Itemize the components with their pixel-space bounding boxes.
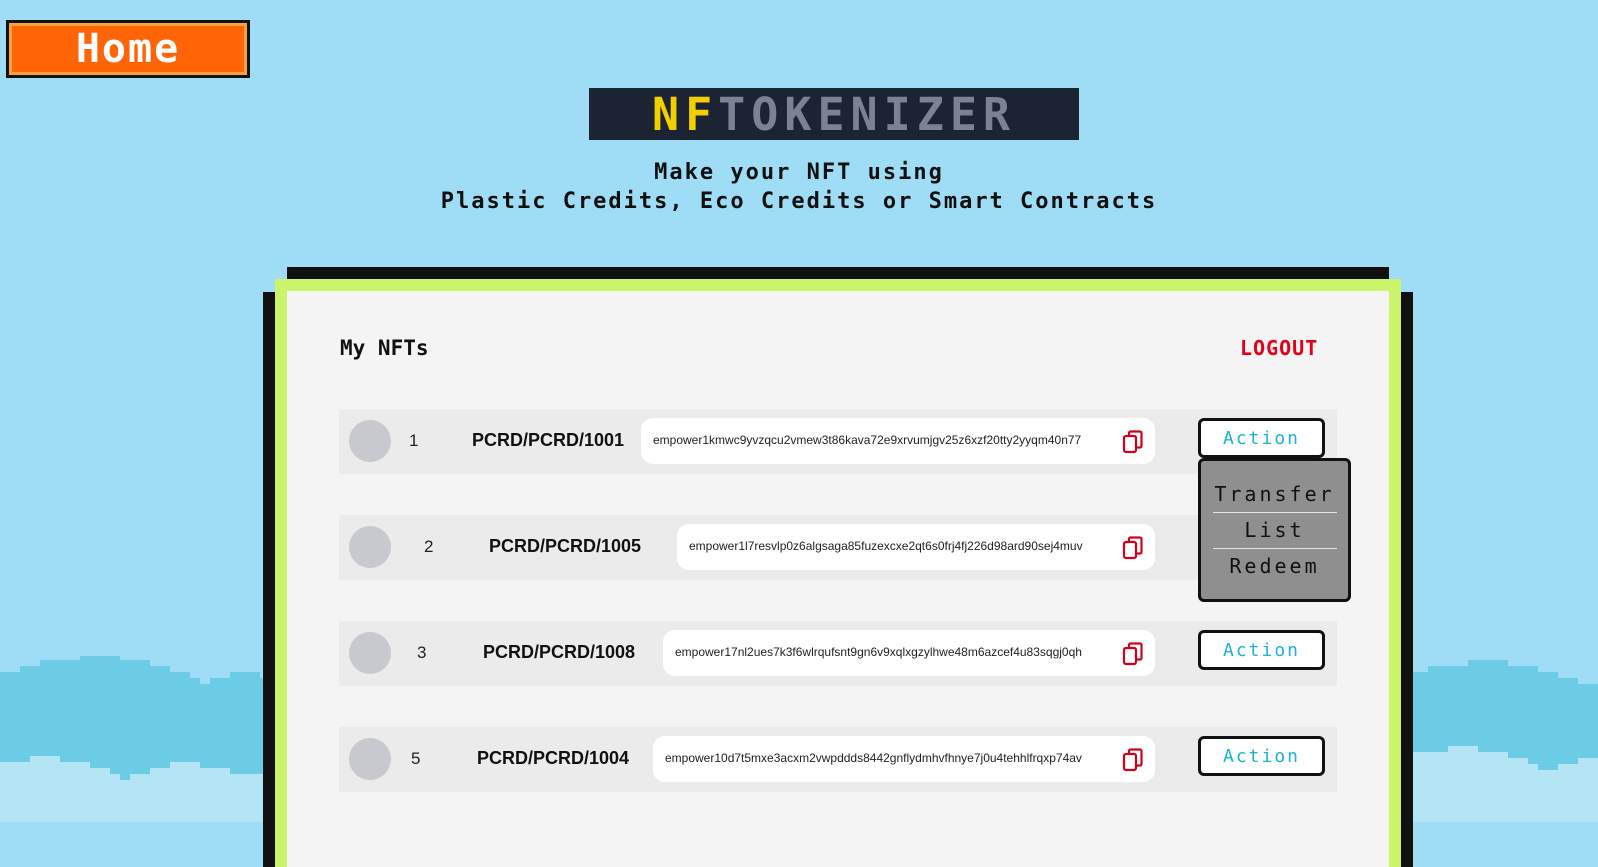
logo-part-nf: NF: [651, 87, 719, 141]
nft-address-box: empower17nl2ues7k3f6wlrqufsnt9gn6v9xqlxg…: [663, 630, 1155, 676]
copy-icon[interactable]: [1122, 642, 1144, 666]
nft-row: 3 PCRD/PCRD/1008 empower17nl2ues7k3f6wlr…: [339, 621, 1337, 686]
nft-code: PCRD/PCRD/1001: [472, 430, 625, 450]
nft-address-box: empower1l7resvlp0z6algsaga85fuzexcxe2qt6…: [677, 524, 1155, 570]
action-menu: Transfer List Redeem: [1198, 458, 1351, 602]
nft-address: empower17nl2ues7k3f6wlrqufsnt9gn6v9xqlxg…: [675, 645, 1082, 659]
cloud-decoration-right: [1408, 660, 1598, 822]
copy-icon[interactable]: [1122, 748, 1144, 772]
nft-address-box: empower10d7t5mxe3acxm2vwpddds8442gnflydm…: [653, 736, 1155, 782]
nft-index: 1: [409, 431, 419, 450]
nft-address-box: empower1kmwc9yvzqcu2vmew3t86kava72e9xrvu…: [641, 418, 1155, 464]
nft-code: PCRD/PCRD/1005: [489, 536, 642, 556]
tagline-line-2: Plastic Credits, Eco Credits or Smart Co…: [440, 189, 1158, 214]
copy-icon[interactable]: [1122, 536, 1144, 560]
nft-index: 2: [424, 537, 434, 556]
tagline-line-1: Make your NFT using: [654, 160, 944, 185]
avatar: [349, 420, 391, 462]
nft-index: 3: [417, 643, 427, 662]
logout-button[interactable]: LOGOUT: [1240, 336, 1318, 360]
menu-item-list[interactable]: List: [1213, 513, 1337, 548]
panel-frame: [287, 267, 1389, 279]
menu-item-redeem[interactable]: Redeem: [1213, 549, 1337, 584]
nft-row: 2 PCRD/PCRD/1005 empower1l7resvlp0z6algs…: [339, 515, 1337, 580]
panel-title: My NFTs: [340, 336, 429, 360]
nft-index: 5: [411, 749, 421, 768]
avatar: [349, 738, 391, 780]
menu-item-transfer[interactable]: Transfer: [1213, 477, 1337, 512]
nft-row: 5 PCRD/PCRD/1004 empower10d7t5mxe3acxm2v…: [339, 727, 1337, 792]
action-button[interactable]: Action: [1198, 736, 1325, 776]
action-button[interactable]: Action: [1198, 418, 1325, 458]
avatar: [349, 632, 391, 674]
app-logo: NF TOKENIZER: [589, 87, 1079, 141]
copy-icon[interactable]: [1122, 430, 1144, 454]
nft-address: empower1l7resvlp0z6algsaga85fuzexcxe2qt6…: [689, 539, 1083, 553]
cloud-decoration-left: [0, 656, 270, 822]
panel-frame: [1401, 292, 1413, 867]
nft-code: PCRD/PCRD/1004: [477, 748, 630, 768]
nft-code: PCRD/PCRD/1008: [483, 642, 636, 662]
nft-row: 1 PCRD/PCRD/1001 empower1kmwc9yvzqcu2vme…: [339, 409, 1337, 474]
home-button[interactable]: Home: [6, 20, 250, 78]
action-button[interactable]: Action: [1198, 630, 1325, 670]
panel-frame: [263, 292, 275, 867]
nft-address: empower1kmwc9yvzqcu2vmew3t86kava72e9xrvu…: [653, 433, 1082, 447]
avatar: [349, 526, 391, 568]
nft-address: empower10d7t5mxe3acxm2vwpddds8442gnflydm…: [665, 751, 1082, 765]
logo-part-tokenizer: TOKENIZER: [718, 87, 1017, 141]
